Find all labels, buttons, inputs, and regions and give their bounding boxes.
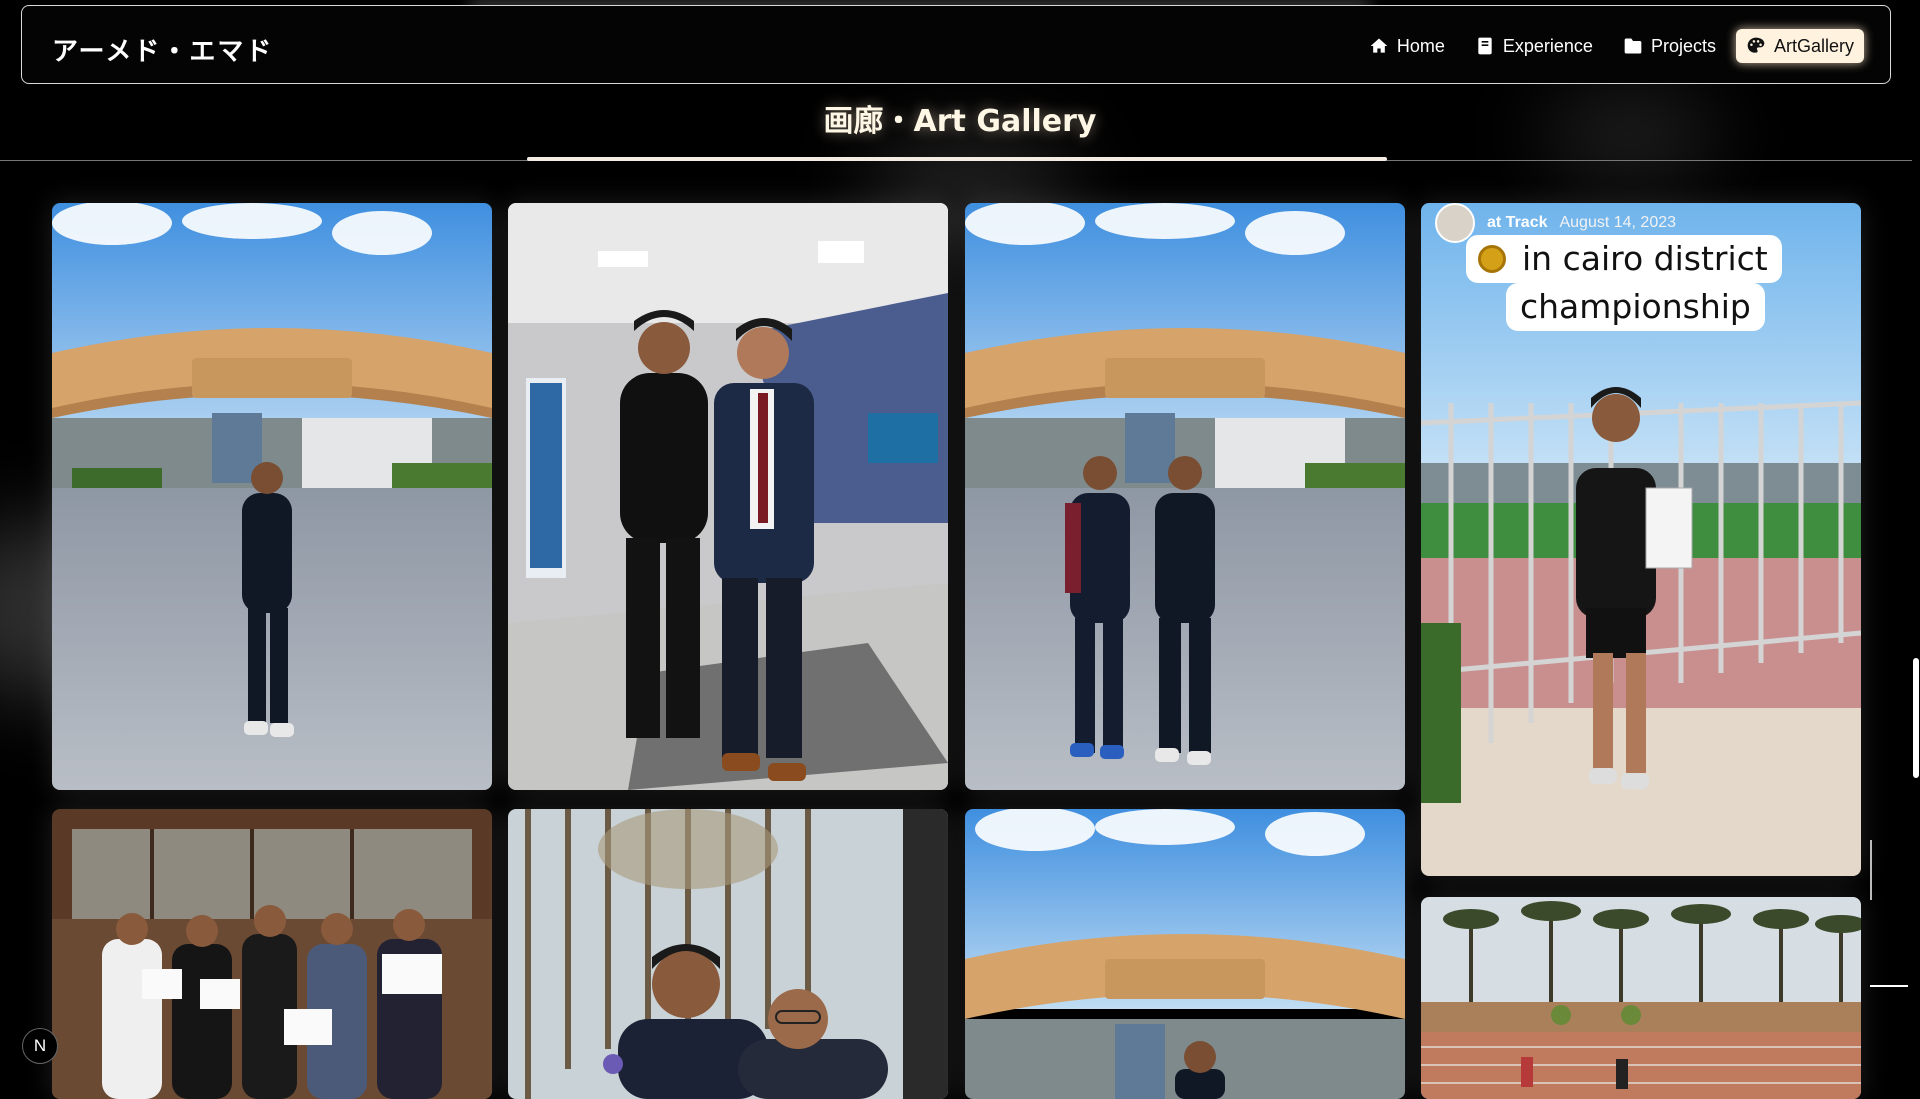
gate-photo-image (52, 203, 492, 790)
gallery-photo-knowledge-city-gate-2[interactable] (965, 809, 1405, 1099)
scroll-indicator[interactable] (1913, 658, 1919, 778)
gallery-photo-group-certificates[interactable] (52, 809, 492, 1099)
story-username[interactable]: at Track (1487, 214, 1547, 232)
friends-photo-image (508, 809, 948, 1099)
corner-badge[interactable]: N (22, 1028, 58, 1064)
side-dash (1870, 985, 1908, 987)
gallery-photo-knowledge-city-two[interactable] (965, 203, 1405, 790)
gallery-photo-indoor-suit[interactable] (508, 203, 948, 790)
sticker-line-2: championship (1520, 287, 1751, 326)
group-photo-image (52, 809, 492, 1099)
gallery-photo-knowledge-city-gate[interactable] (52, 203, 492, 790)
gallery-photo-palm-track[interactable] (1421, 897, 1861, 1099)
side-line (1870, 840, 1872, 900)
story-date: August 14, 2023 (1559, 214, 1677, 231)
medal-icon (1478, 244, 1506, 273)
gallery-grid: at Track August 14, 2023 in cairo distri… (0, 0, 1920, 1099)
palm-photo-image (1421, 897, 1861, 1099)
gallery-photo-track-championship[interactable]: at Track August 14, 2023 in cairo distri… (1421, 203, 1861, 876)
sticker-line-1: in cairo district (1522, 239, 1768, 278)
story-sticker: in cairo district championship (1466, 231, 1782, 341)
indoor-photo-image (508, 203, 948, 790)
gallery-photo-friends-trees[interactable] (508, 809, 948, 1099)
gate-two-photo-image (965, 203, 1405, 790)
gate-2-photo-image (965, 809, 1405, 1099)
